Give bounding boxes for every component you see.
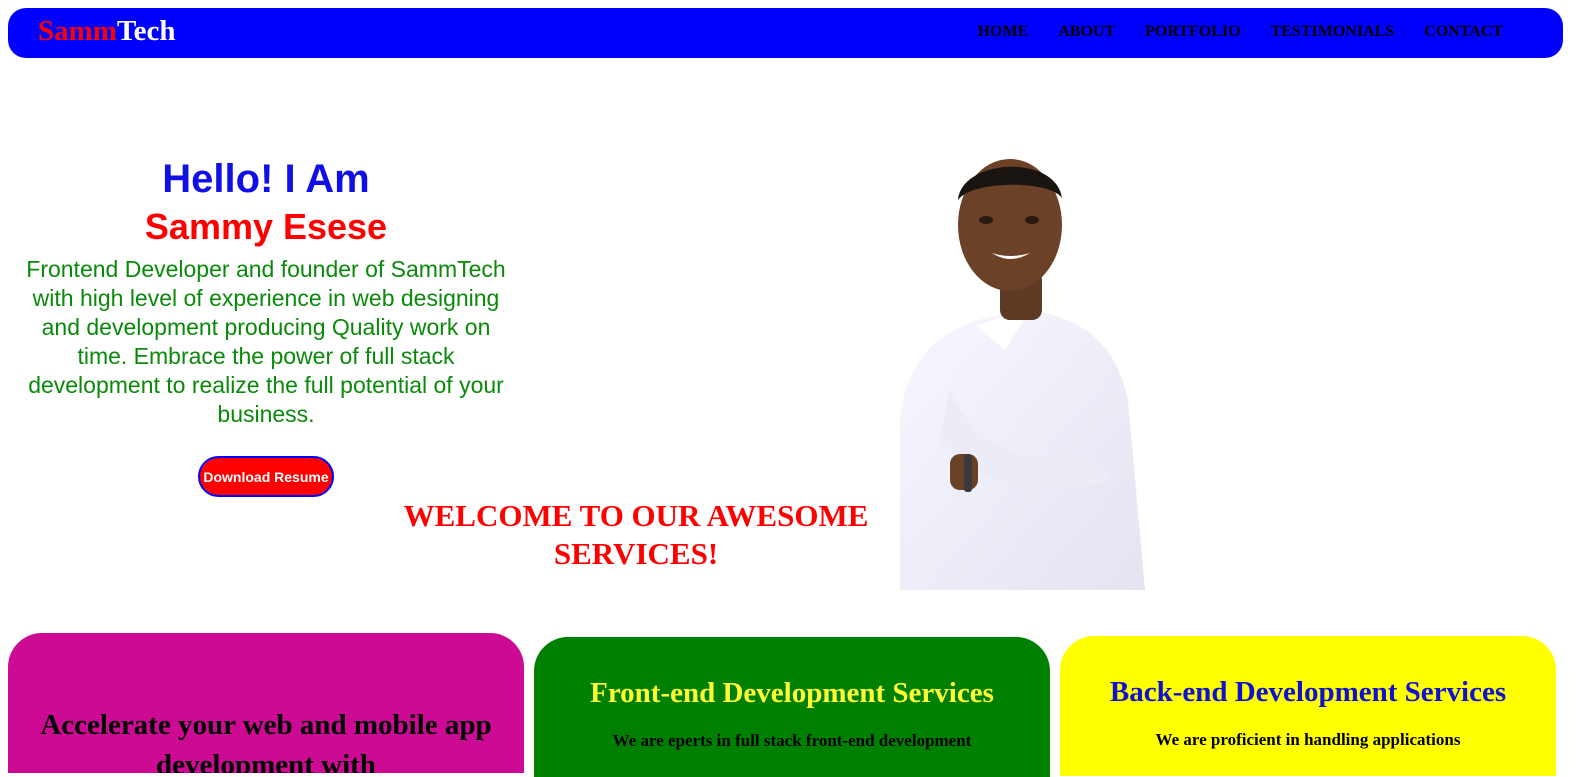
download-resume-button[interactable]: Download Resume <box>198 456 334 497</box>
nav-testimonials[interactable]: TESTIMONIALS <box>1271 23 1395 41</box>
profile-photo <box>900 159 1145 590</box>
service-card-web-mobile: Accelerate your web and mobile app devel… <box>8 633 524 773</box>
hero-intro: Hello! I Am Sammy Esese Frontend Develop… <box>18 155 514 429</box>
service-card-text: We are eperts in full stack front-end de… <box>612 731 972 750</box>
hero-greeting: Hello! I Am <box>162 157 370 201</box>
nav-menu: HOME ABOUT PORTFOLIO TESTIMONIALS CONTAC… <box>978 23 1503 41</box>
nav-portfolio[interactable]: PORTFOLIO <box>1145 23 1240 41</box>
service-card-text: We are proficient in handling applicatio… <box>1155 730 1461 749</box>
service-card-backend: Back-end Development Services We are pro… <box>1060 636 1556 776</box>
hero-bio: Frontend Developer and founder of SammTe… <box>26 256 506 427</box>
services-heading: WELCOME TO OUR AWESOME SERVICES! <box>403 498 869 571</box>
logo-part-tech: Tech <box>116 15 176 47</box>
service-card-frontend: Front-end Development Services We are ep… <box>534 637 1050 777</box>
hero-name: Sammy Esese <box>144 206 388 247</box>
nav-home[interactable]: HOME <box>978 23 1029 41</box>
service-card-title: Accelerate your web and mobile app devel… <box>40 709 492 773</box>
service-card-title: Front-end Development Services <box>590 677 994 709</box>
navbar: SammTech HOME ABOUT PORTFOLIO TESTIMONIA… <box>8 8 1563 58</box>
nav-contact[interactable]: CONTACT <box>1424 23 1503 41</box>
service-card-title: Back-end Development Services <box>1109 676 1507 708</box>
logo[interactable]: SammTech <box>38 15 176 48</box>
logo-part-samm: Samm <box>38 15 117 47</box>
nav-about[interactable]: ABOUT <box>1058 23 1115 41</box>
